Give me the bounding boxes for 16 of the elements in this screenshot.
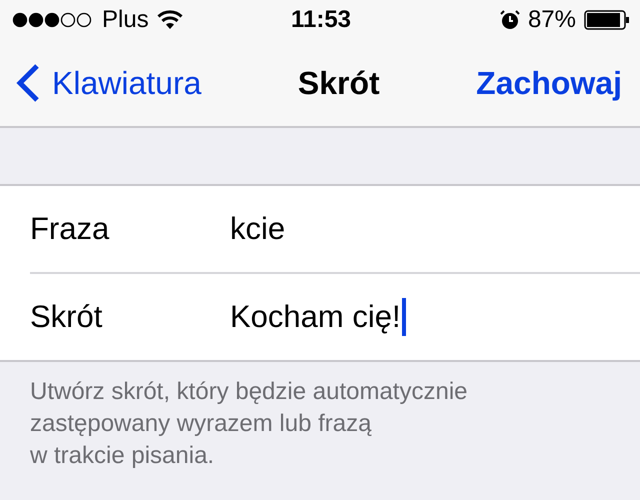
help-text: Utwórz skrót, który będzie automatycznie zastępowany wyrazem lub frazą w trakcie pisania. [29,377,468,471]
back-button[interactable]: Klawiatura [16,63,202,103]
alarm-clock-icon [500,10,520,30]
text-field[interactable]: kcie [230,186,640,272]
field-label: Skrót [30,299,104,335]
save-button[interactable]: Zachowaj [476,64,622,102]
battery-icon [584,10,630,30]
battery-percentage: 87% [528,6,576,34]
clock-time: 11:53 [290,6,352,34]
wifi-icon [156,10,183,30]
field-label: Fraza [30,211,110,247]
carrier-name: Plus [102,6,149,34]
chevron-left-icon [16,63,40,103]
text-field[interactable]: Kocham cię! [230,274,640,360]
signal-strength-icon [12,12,94,28]
screen-title: Skrót [298,64,380,102]
